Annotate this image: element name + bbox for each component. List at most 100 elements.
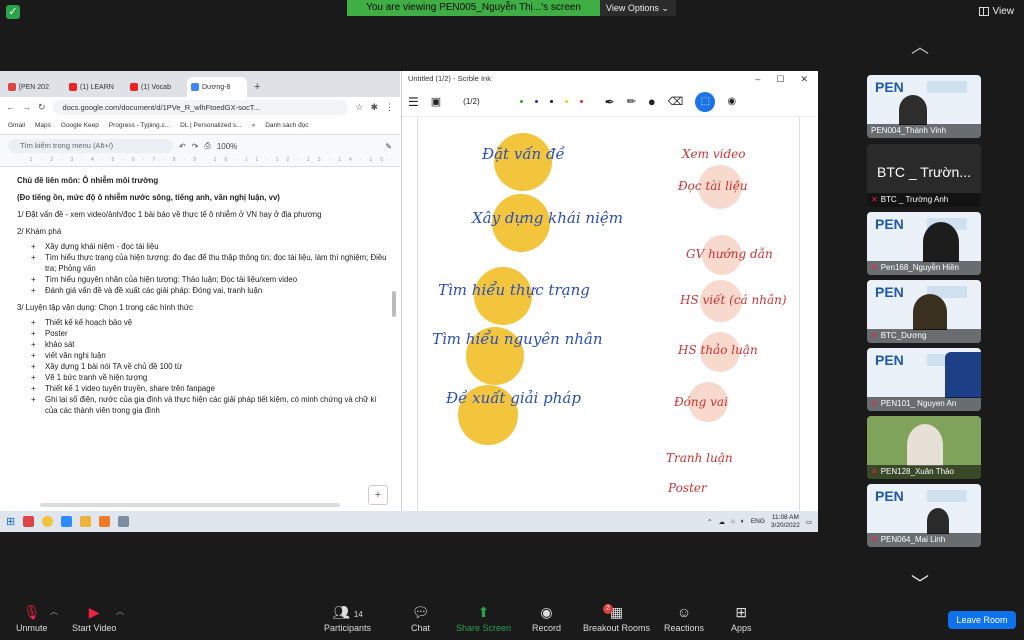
taskbar-app-icon[interactable] [23, 516, 35, 527]
note-xay-dung-khai-niem: Xây dựng khái niệm [472, 209, 623, 227]
view-options-button[interactable]: View Options ⌄ [600, 0, 676, 16]
back-icon[interactable]: ← [6, 102, 15, 112]
reactions-button[interactable]: ☺ Reactions [664, 604, 704, 633]
highlighter-icon[interactable]: ✏ [627, 95, 636, 108]
note-hs-thao-luan: HS thảo luận [678, 343, 758, 357]
participant-tile[interactable]: PEN ✕ PEN101_ Nguyen An [867, 348, 981, 411]
bookmark-maps[interactable]: Maps [35, 122, 51, 129]
audio-options-chevron-icon[interactable]: ︿ [50, 606, 58, 617]
gallery-scroll-down-icon[interactable]: ﹀ [911, 570, 929, 596]
extensions-icon[interactable]: ✱ [370, 102, 378, 113]
forward-icon[interactable]: → [22, 102, 31, 112]
chat-button[interactable]: 💬︎ Chat [411, 604, 430, 633]
view-button[interactable]: View [978, 6, 1015, 17]
doc-scrollbar[interactable] [392, 291, 396, 317]
onedrive-icon[interactable]: ☁ [718, 518, 725, 526]
bookmark-dl[interactable]: DL | Personalized s... [180, 122, 241, 129]
color-yellow-icon[interactable] [564, 100, 568, 103]
tray-chevron-icon[interactable]: ⌃ [707, 518, 712, 526]
new-tab-button[interactable]: + [248, 77, 266, 97]
mic-muted-icon: ✕ [871, 535, 878, 544]
start-video-button[interactable]: ▶ Start Video [72, 604, 116, 633]
participant-tile[interactable]: PEN ✕ Pen168_Nguyễn Hiền [867, 212, 981, 275]
gallery-scroll-up-icon[interactable]: ︿ [911, 33, 929, 59]
taskbar-clock[interactable]: 11:08 AM 3/20/2022 [771, 514, 800, 530]
video-options-chevron-icon[interactable]: ︿ [116, 606, 124, 617]
close-icon[interactable]: ✕ [800, 71, 808, 87]
brush-size-icon[interactable]: ● [648, 94, 656, 109]
participant-tile[interactable]: PEN ✕ PEN064_Mai Linh [867, 484, 981, 547]
address-bar-row: ← → ↻ docs.google.com/document/d/1PVe_R_… [0, 97, 400, 117]
participant-tile[interactable]: ✕ PEN128_Xuân Thảo [867, 416, 981, 479]
bookmark-gmail[interactable]: Gmail [8, 122, 25, 129]
doc-step-2: 2/ Khám phá [17, 227, 62, 236]
eraser-icon[interactable]: ⌫ [668, 95, 684, 108]
taskbar-app-icon[interactable] [99, 516, 111, 527]
bookmark-keep[interactable]: Google Keep [61, 122, 99, 129]
reload-icon[interactable]: ↻ [38, 102, 46, 113]
share-screen-button[interactable]: ⬆ Share Screen [456, 604, 511, 633]
star-icon[interactable]: ☆ [355, 102, 363, 113]
list-item: Vẽ 1 bức tranh về hiện tượng [31, 372, 390, 383]
unmute-button[interactable]: 🎙︎ Unmute [16, 604, 48, 633]
zoom-taskbar-icon[interactable] [61, 516, 73, 527]
docs-toolbar: Tìm kiếm trong menu (Alt+/) ↶ ↷ ⎙ 100% ✎ [0, 135, 400, 157]
select-tool-icon[interactable]: ⬚ [695, 91, 716, 112]
windows-start-icon[interactable]: ⊞ [6, 515, 15, 528]
view-button-label: View [992, 6, 1015, 17]
language-indicator[interactable]: ENG [751, 518, 765, 525]
breakout-rooms-button[interactable]: ▦ 2 Breakout Rooms [583, 604, 650, 633]
browser-tab-active[interactable]: Dương-8 [187, 77, 247, 97]
redo-icon[interactable]: ↷ [192, 142, 199, 151]
settings-taskbar-icon[interactable] [118, 516, 130, 527]
file-explorer-icon[interactable] [80, 516, 92, 527]
url-input[interactable]: docs.google.com/document/d/1PVe_R_wlhFto… [52, 99, 349, 115]
zoom-select[interactable]: 100% [217, 142, 237, 151]
participants-button[interactable]: 👥︎ 14 Participants [324, 604, 371, 633]
note-doc-tai-lieu: Đọc tài liệu [678, 179, 748, 193]
view-icon[interactable]: ◉ [727, 96, 736, 107]
undo-icon[interactable]: ↶ [179, 142, 186, 151]
browser-tab[interactable]: (1) Vocab [126, 77, 186, 97]
maximize-icon[interactable]: ☐ [776, 71, 784, 87]
edit-mode-icon[interactable]: ✎ [385, 142, 392, 151]
list-item: Ghi lại số điện, nước của gia đình và th… [31, 394, 390, 416]
menu-dots-icon[interactable]: ⋮ [385, 102, 394, 113]
network-icon[interactable]: ⌂ [731, 518, 735, 525]
chrome-taskbar-icon[interactable] [42, 516, 54, 527]
bookmark-overflow[interactable]: » [252, 122, 256, 129]
participant-tile[interactable]: BTC _ Trườn... ✕ BTC _ Trường Anh [867, 144, 981, 207]
participant-name: PEN128_Xuân Thảo [880, 467, 954, 476]
chrome-window: [PEN 202 (1) LEARN (1) Vocab Dương-8 + ←… [0, 71, 400, 532]
participant-tile[interactable]: PEN ✕ BTC_Dương [867, 280, 981, 343]
browser-tab[interactable]: [PEN 202 [4, 77, 64, 97]
volume-icon[interactable]: 🔈︎ [741, 518, 745, 526]
document-body[interactable]: Chủ đề liên môn: Ô nhiễm môi trường (Đo … [0, 167, 390, 481]
security-shield-icon[interactable]: ✓ [6, 5, 20, 19]
list-item: viết văn nghị luận [31, 350, 390, 361]
print-icon[interactable]: ⎙ [204, 141, 210, 151]
notification-icon[interactable]: ▭ [806, 518, 812, 526]
ink-canvas[interactable]: Đặt vấn đề Xây dựng khái niệm Tìm hiểu t… [402, 117, 817, 511]
color-blue-icon[interactable] [534, 100, 538, 103]
minimize-icon[interactable]: – [755, 71, 760, 87]
hamburger-menu-icon[interactable]: ☰ [408, 95, 419, 109]
reading-list[interactable]: Danh sách đọc [265, 122, 308, 129]
apps-button[interactable]: ⊞ Apps [731, 604, 752, 633]
docs-icon [191, 83, 199, 91]
video-off-icon: ▶ [88, 604, 100, 620]
bookmark-typing[interactable]: Progress - Typing.c... [109, 122, 170, 129]
color-red-icon[interactable] [579, 100, 583, 103]
color-black-icon[interactable] [549, 100, 553, 103]
leave-room-button[interactable]: Leave Room [948, 611, 1016, 629]
browser-tab[interactable]: (1) LEARN [65, 77, 125, 97]
record-button[interactable]: ◉ Record [532, 604, 561, 633]
note-dat-van-de: Đặt vấn đề [482, 145, 565, 163]
color-green-icon[interactable] [519, 100, 523, 103]
add-comment-icon[interactable]: + [368, 485, 388, 505]
participant-tile[interactable]: PEN PEN004_Thành Vinh [867, 75, 981, 138]
pen-icon[interactable]: ✒ [605, 95, 615, 109]
save-icon[interactable]: ▣ [431, 95, 441, 108]
doc-horizontal-scrollbar[interactable] [40, 503, 340, 507]
docs-menu-search[interactable]: Tìm kiếm trong menu (Alt+/) [8, 139, 173, 153]
